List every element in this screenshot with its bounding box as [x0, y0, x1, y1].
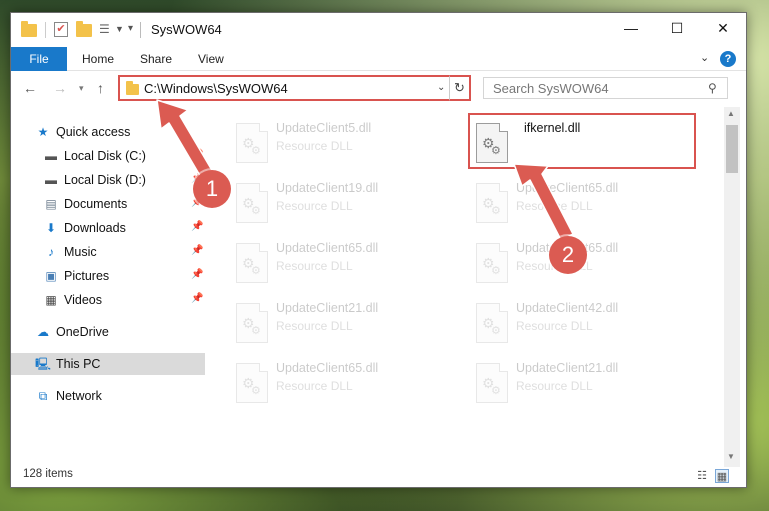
arrow-2 — [513, 163, 574, 241]
arrow-1 — [156, 99, 214, 180]
annotation-arrows — [156, 99, 574, 241]
annotation-marker-2: 2 — [549, 236, 587, 274]
annotation-marker-1: 1 — [193, 170, 231, 208]
